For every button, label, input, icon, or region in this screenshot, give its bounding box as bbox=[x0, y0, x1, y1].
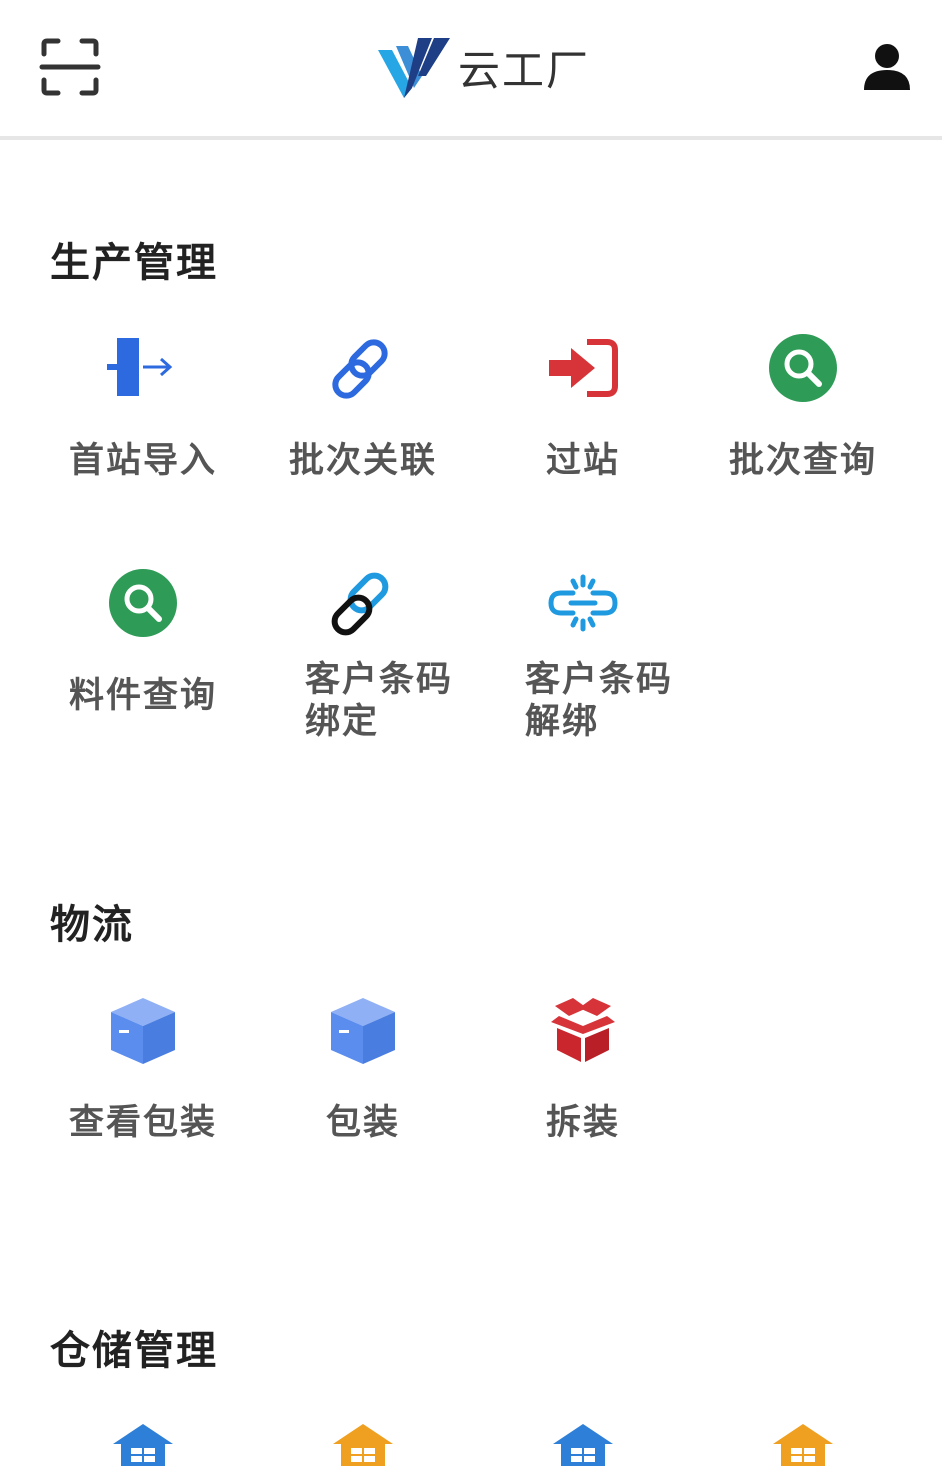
tile-label: 首站导入 bbox=[68, 441, 217, 481]
open-box-icon bbox=[543, 992, 623, 1072]
tile-warehouse-4[interactable] bbox=[693, 1418, 913, 1466]
warehouse-icon bbox=[103, 1418, 183, 1466]
tile-label-line: 客户条码 bbox=[525, 660, 674, 700]
tile-material-query[interactable]: 料件查询 bbox=[33, 565, 253, 765]
tile-batch-link[interactable]: 批次关联 bbox=[253, 330, 473, 530]
warehouse-icon bbox=[543, 1418, 623, 1466]
tile-label: 批次关联 bbox=[288, 441, 437, 481]
tile-label-line: 解绑 bbox=[525, 702, 600, 742]
section-title-logistics: 物流 bbox=[50, 902, 134, 948]
warehouse-icon bbox=[763, 1418, 843, 1466]
tile-first-station-import[interactable]: 首站导入 bbox=[33, 330, 253, 530]
section-title-warehouse: 仓储管理 bbox=[50, 1328, 218, 1374]
box-icon bbox=[103, 992, 183, 1072]
top-bar: 云工厂 bbox=[0, 0, 942, 140]
user-icon[interactable] bbox=[860, 42, 914, 92]
logo-mark-icon bbox=[378, 38, 450, 98]
tile-customer-barcode-unbind[interactable]: 客户条码 解绑 bbox=[473, 565, 693, 765]
tile-warehouse-1[interactable] bbox=[33, 1418, 253, 1466]
tile-label: 拆装 bbox=[545, 1103, 620, 1143]
box-icon bbox=[323, 992, 403, 1072]
import-icon bbox=[103, 330, 183, 410]
link-bind-icon bbox=[323, 565, 403, 645]
warehouse-icon bbox=[323, 1418, 403, 1466]
tile-warehouse-3[interactable] bbox=[473, 1418, 693, 1466]
search-circle-icon bbox=[103, 565, 183, 645]
tile-view-packaging[interactable]: 查看包装 bbox=[33, 992, 253, 1192]
unlink-icon bbox=[543, 565, 623, 645]
scan-icon[interactable] bbox=[38, 36, 102, 98]
tile-label: 过站 bbox=[545, 441, 620, 481]
tile-label: 查看包装 bbox=[68, 1103, 217, 1143]
tile-label: 批次查询 bbox=[728, 441, 877, 481]
tile-label-line: 客户条码 bbox=[305, 660, 454, 700]
tile-label: 包装 bbox=[325, 1103, 400, 1143]
sign-in-icon bbox=[543, 330, 623, 410]
tile-unpack[interactable]: 拆装 bbox=[473, 992, 693, 1192]
app-logo: 云工厂 bbox=[378, 34, 590, 100]
tile-pass-station[interactable]: 过站 bbox=[473, 330, 693, 530]
search-circle-icon bbox=[763, 330, 843, 410]
link-icon bbox=[323, 330, 403, 410]
tile-packaging[interactable]: 包装 bbox=[253, 992, 473, 1192]
tile-label: 料件查询 bbox=[68, 676, 217, 716]
tile-label: 客户条码 绑定 bbox=[305, 659, 465, 743]
tile-customer-barcode-bind[interactable]: 客户条码 绑定 bbox=[253, 565, 473, 765]
app-title: 云工厂 bbox=[458, 45, 591, 95]
tile-warehouse-2[interactable] bbox=[253, 1418, 473, 1466]
tile-batch-query[interactable]: 批次查询 bbox=[693, 330, 913, 530]
tile-label-line: 绑定 bbox=[305, 702, 380, 742]
tile-label: 客户条码 解绑 bbox=[525, 659, 685, 743]
section-title-production: 生产管理 bbox=[50, 240, 218, 286]
